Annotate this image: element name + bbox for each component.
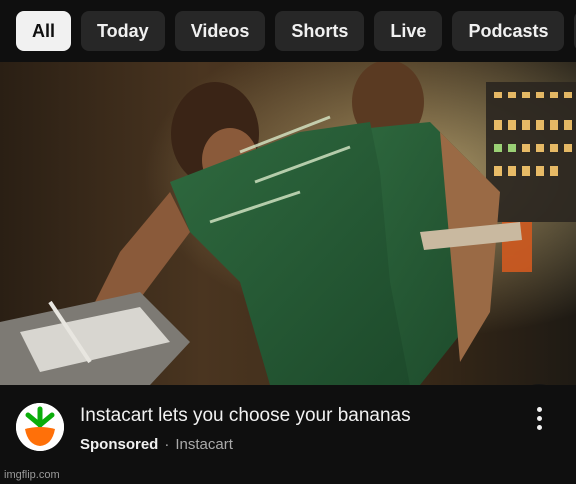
instacart-carrot-logo [16,403,64,451]
more-vertical-icon [536,406,542,412]
chip-today[interactable]: Today [81,11,165,51]
chip-podcasts[interactable]: Podcasts [452,11,565,51]
youtube-feed: All Today Videos Shorts Live Podcasts In… [0,0,576,484]
video-thumbnail[interactable] [0,62,576,385]
chip-videos[interactable]: Videos [174,11,266,51]
chip-live[interactable]: Live [374,11,443,51]
ad-subline: Sponsored · Instacart [80,436,233,453]
watermark: imgflip.com [4,469,60,481]
ad-title[interactable]: Instacart lets you choose your bananas [80,405,520,427]
separator-dot: · [164,436,170,453]
thumbnail-image [0,62,576,385]
ad-meta-row[interactable]: Instacart lets you choose your bananas S… [0,385,576,484]
advertiser-name[interactable]: Instacart [175,436,233,453]
sponsored-badge: Sponsored [80,436,159,453]
chip-all[interactable]: All [16,11,72,51]
more-options-button[interactable] [526,403,552,433]
chip-shorts[interactable]: Shorts [275,11,365,51]
advertiser-avatar[interactable] [16,403,64,451]
filter-chip-bar: All Today Videos Shorts Live Podcasts [0,0,576,62]
